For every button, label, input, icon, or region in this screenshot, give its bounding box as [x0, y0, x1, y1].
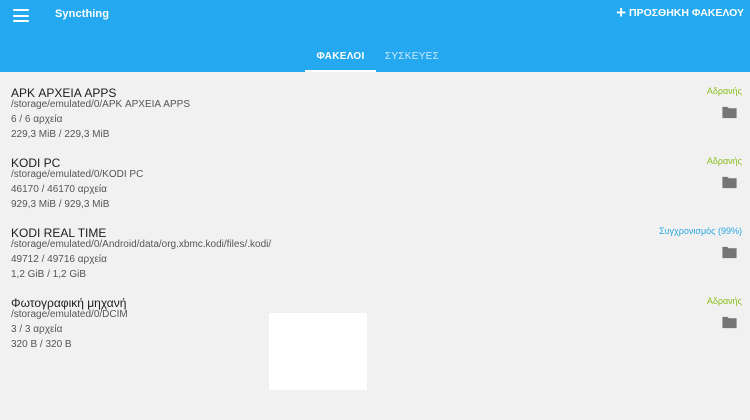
add-folder-label: ΠΡΟΣΘΗΚΗ ΦΑΚΕΛΟΥ: [629, 7, 744, 19]
folder-name: KODI REAL TIME: [11, 226, 107, 240]
tab-devices[interactable]: ΣΥΣΚΕΥΕΣ: [376, 40, 448, 72]
menu-icon[interactable]: [13, 9, 29, 22]
folder-size: 929,3 MiB / 929,3 MiB: [11, 199, 110, 210]
folder-size: 320 B / 320 B: [11, 339, 72, 350]
blank-overlay: [269, 313, 367, 390]
folder-file-count: 6 / 6 αρχεία: [11, 114, 63, 125]
folder-file-count: 49712 / 49716 αρχεία: [11, 254, 107, 265]
tab-bar: ΦΑΚΕΛΟΙ ΣΥΣΚΕΥΕΣ: [0, 40, 750, 72]
folder-status: Αδρανής: [706, 156, 742, 166]
app-title: Syncthing: [55, 8, 110, 20]
tab-folders-label: ΦΑΚΕΛΟΙ: [316, 50, 365, 62]
folder-path: /storage/emulated/0/KODI PC: [11, 169, 144, 180]
folder-path: /storage/emulated/0/DCIM: [11, 309, 128, 320]
folder-file-count: 3 / 3 αρχεία: [11, 324, 63, 335]
folder-item[interactable]: Φωτογραφική μηχανή /storage/emulated/0/D…: [0, 282, 750, 352]
folder-size: 229,3 MiB / 229,3 MiB: [11, 129, 110, 140]
folder-icon[interactable]: [721, 176, 738, 189]
tab-devices-label: ΣΥΣΚΕΥΕΣ: [384, 50, 440, 62]
folder-name: Φωτογραφική μηχανή: [11, 296, 127, 310]
folder-item[interactable]: APK ΑΡΧΕΙΑ APPS /storage/emulated/0/APK …: [0, 72, 750, 142]
app-bar: Syncthing + ΠΡΟΣΘΗΚΗ ΦΑΚΕΛΟΥ ΦΑΚΕΛΟΙ ΣΥΣ…: [0, 0, 750, 72]
folder-size: 1,2 GiB / 1,2 GiB: [11, 269, 87, 280]
folder-path: /storage/emulated/0/Android/data/org.xbm…: [11, 239, 272, 250]
folder-icon[interactable]: [721, 106, 738, 119]
folder-item[interactable]: KODI REAL TIME /storage/emulated/0/Andro…: [0, 212, 750, 282]
folder-path: /storage/emulated/0/APK ΑΡΧΕΙΑ APPS: [11, 99, 190, 110]
tab-folders[interactable]: ΦΑΚΕΛΟΙ: [305, 40, 376, 72]
folder-status: Αδρανής: [706, 296, 742, 306]
folder-name: KODI PC: [11, 156, 61, 170]
add-folder-button[interactable]: + ΠΡΟΣΘΗΚΗ ΦΑΚΕΛΟΥ: [616, 3, 744, 22]
folder-status: Συγχρονισμός (99%): [659, 226, 742, 236]
plus-icon: +: [616, 3, 626, 22]
folder-icon[interactable]: [721, 246, 738, 259]
folder-file-count: 46170 / 46170 αρχεία: [11, 184, 107, 195]
folder-status: Αδρανής: [706, 86, 742, 96]
folder-icon[interactable]: [721, 316, 738, 329]
folder-name: APK ΑΡΧΕΙΑ APPS: [11, 86, 117, 100]
folder-item[interactable]: KODI PC /storage/emulated/0/KODI PC 4617…: [0, 142, 750, 212]
